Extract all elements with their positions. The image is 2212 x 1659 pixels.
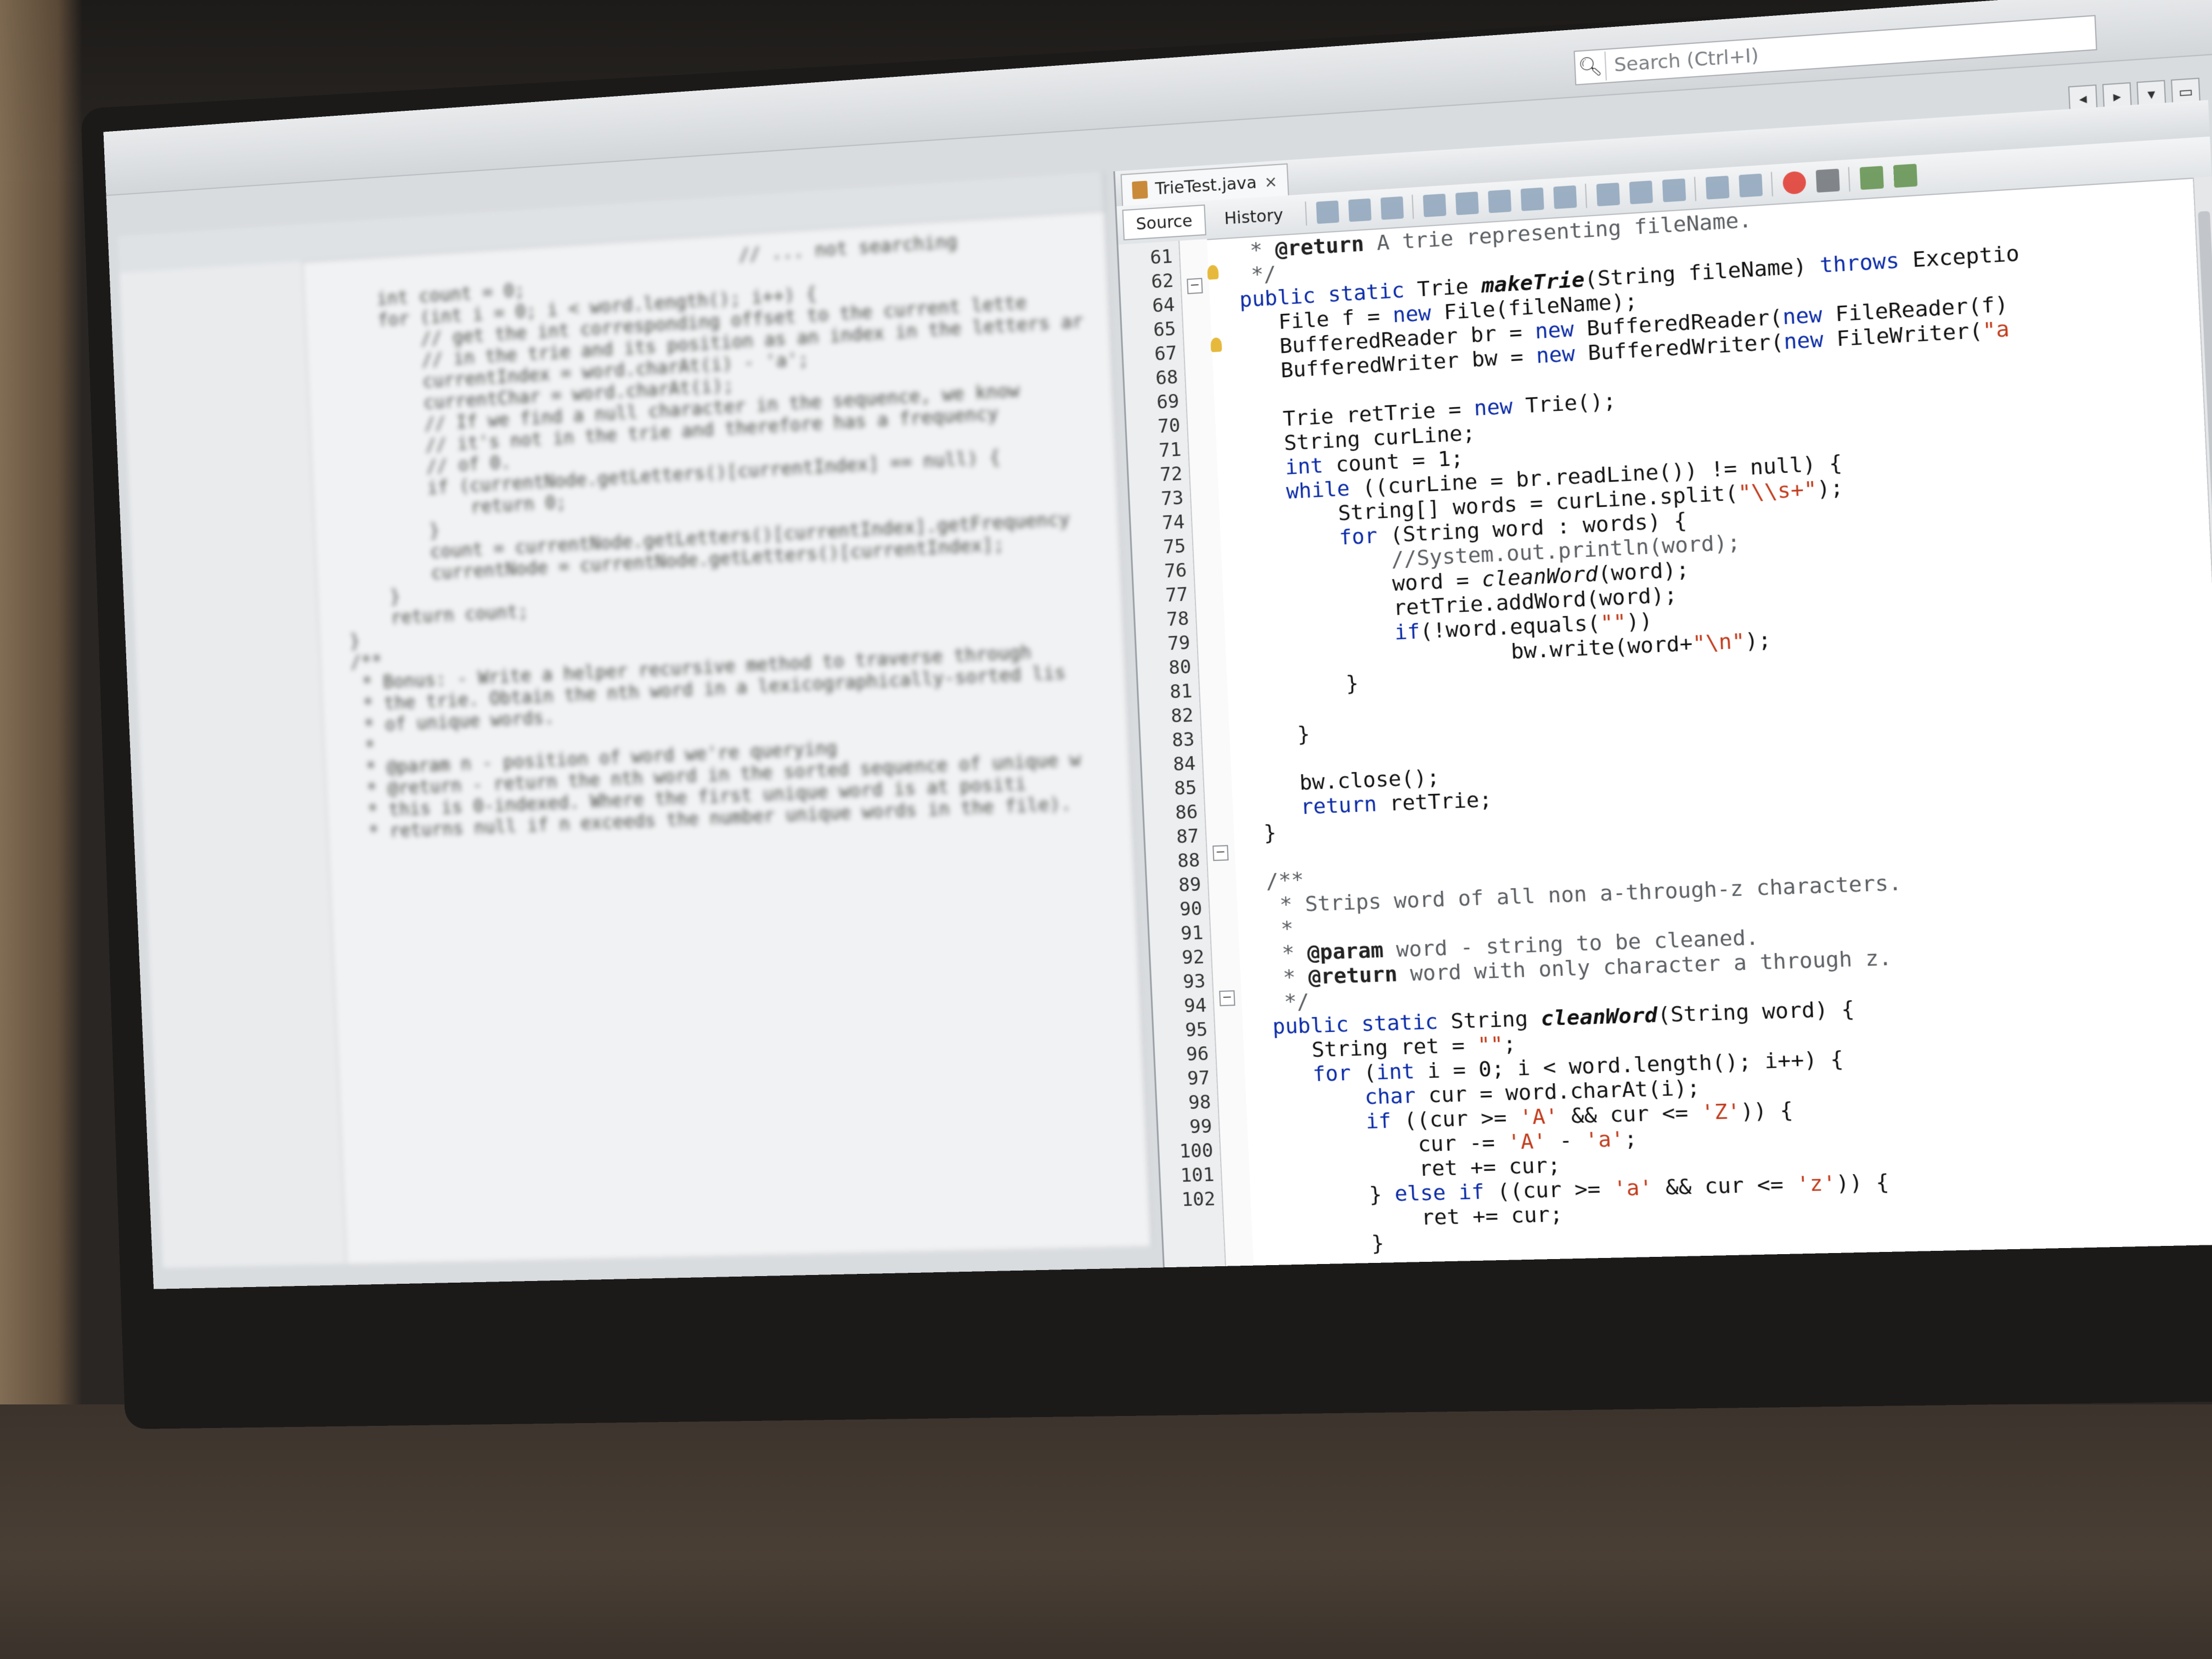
toolbar-separator xyxy=(1848,167,1850,192)
find-next-icon[interactable] xyxy=(1487,189,1511,213)
code-line[interactable] xyxy=(1232,701,1233,725)
toggle-rectangular-selection-icon[interactable] xyxy=(1553,185,1577,210)
search-box[interactable]: 🔍︎ Search (Ctrl+I) xyxy=(1573,15,2097,86)
line-number: 87 xyxy=(1176,825,1200,848)
code-line[interactable] xyxy=(1234,749,1235,773)
line-number: 97 xyxy=(1187,1067,1211,1090)
line-number: 93 xyxy=(1182,970,1206,994)
toolbar-separator xyxy=(1584,183,1587,208)
line-number: 82 xyxy=(1170,704,1194,727)
comment-icon[interactable] xyxy=(1859,166,1884,190)
line-number: 71 xyxy=(1158,438,1182,462)
line-number: 91 xyxy=(1180,922,1204,945)
line-number: 73 xyxy=(1160,487,1184,510)
previous-bookmark-icon[interactable] xyxy=(1596,182,1620,207)
line-number: 65 xyxy=(1153,318,1177,342)
code-line[interactable]: * xyxy=(1242,917,1294,943)
line-number: 100 xyxy=(1178,1139,1214,1163)
line-number: 95 xyxy=(1184,1018,1209,1042)
code-line[interactable]: /** xyxy=(1240,867,1304,894)
line-number: 92 xyxy=(1181,946,1205,969)
line-number: 78 xyxy=(1166,607,1190,631)
code-line[interactable]: } xyxy=(1233,721,1310,749)
line-number: 64 xyxy=(1152,294,1176,318)
line-number: 75 xyxy=(1163,535,1187,558)
toolbar-separator xyxy=(1411,194,1414,219)
line-number: 70 xyxy=(1157,414,1181,438)
back-icon[interactable] xyxy=(1348,198,1372,222)
toggle-highlight-icon[interactable] xyxy=(1520,187,1544,211)
left-editor-pane[interactable]: // ... not searching int count = 0; for … xyxy=(118,172,1153,1268)
line-number: 94 xyxy=(1183,994,1207,1018)
next-bookmark-icon[interactable] xyxy=(1629,180,1653,205)
line-number: 89 xyxy=(1178,873,1202,896)
start-macro-recording-icon[interactable] xyxy=(1782,171,1807,195)
tab-title: TrieTest.java xyxy=(1154,173,1257,199)
close-tab-icon[interactable]: × xyxy=(1264,172,1278,191)
line-number: 83 xyxy=(1171,728,1195,752)
editor-pane: TrieTest.java × Source History 61 62 64 … xyxy=(1113,100,2212,1289)
line-number: 74 xyxy=(1161,511,1186,534)
fold-toggle-icon[interactable]: − xyxy=(1187,278,1203,295)
line-number: 79 xyxy=(1167,631,1191,655)
line-number: 96 xyxy=(1186,1043,1210,1066)
monitor-logo xyxy=(911,1262,1185,1311)
line-number: 84 xyxy=(1172,753,1197,776)
code-line[interactable]: */ xyxy=(1245,989,1310,1015)
line-number: 88 xyxy=(1177,849,1201,872)
source-view-button[interactable]: Source xyxy=(1122,204,1206,241)
line-number: 61 xyxy=(1149,245,1173,269)
line-number: 90 xyxy=(1179,898,1203,921)
line-number: 67 xyxy=(1154,342,1178,365)
shift-right-icon[interactable] xyxy=(1739,173,1763,198)
line-number: 72 xyxy=(1159,462,1183,486)
toolbar-separator xyxy=(1694,177,1696,202)
line-number: 101 xyxy=(1180,1164,1215,1187)
history-view-button[interactable]: History xyxy=(1210,199,1297,235)
monitor-screen: 🔍︎ Search (Ctrl+I) ◂ ▸ ▾ ▭ // ... not se… xyxy=(103,0,2212,1289)
line-number: 102 xyxy=(1181,1188,1216,1211)
stop-macro-recording-icon[interactable] xyxy=(1815,168,1840,193)
fold-toggle-icon[interactable]: − xyxy=(1219,990,1235,1007)
shift-left-icon[interactable] xyxy=(1705,176,1730,200)
code-line[interactable]: } xyxy=(1257,1231,1385,1257)
left-code-area[interactable]: // ... not searching int count = 0; for … xyxy=(333,222,1120,843)
line-number: 77 xyxy=(1165,583,1189,607)
line-number: 86 xyxy=(1175,801,1199,824)
find-selection-icon[interactable] xyxy=(1423,193,1447,217)
code-line[interactable] xyxy=(1239,846,1240,870)
find-previous-icon[interactable] xyxy=(1455,191,1479,216)
code-line[interactable]: public static String cleanWord(String wo… xyxy=(1246,996,1855,1040)
last-edit-icon[interactable] xyxy=(1316,200,1339,224)
code-line[interactable] xyxy=(1218,386,1219,410)
line-number: 80 xyxy=(1168,656,1192,679)
line-number: 81 xyxy=(1169,680,1193,703)
java-file-icon xyxy=(1132,180,1148,200)
toolbar-separator xyxy=(1305,201,1307,226)
line-number: 99 xyxy=(1189,1115,1213,1138)
line-number: 68 xyxy=(1155,366,1179,390)
forward-icon[interactable] xyxy=(1380,196,1404,220)
search-icon[interactable]: 🔍︎ xyxy=(1575,51,1607,83)
code-line[interactable]: */ xyxy=(1212,261,1277,289)
code-line[interactable]: * Strips word of all non a-through-z cha… xyxy=(1241,870,1902,918)
line-number: 69 xyxy=(1156,390,1180,414)
line-number: 85 xyxy=(1173,777,1198,800)
line-number: 98 xyxy=(1188,1091,1212,1114)
code-area[interactable]: * @return A trie representing fileName. … xyxy=(1211,178,2212,1266)
line-number: 76 xyxy=(1164,559,1188,583)
uncomment-icon[interactable] xyxy=(1893,163,1917,188)
fold-toggle-icon[interactable]: − xyxy=(1212,845,1229,861)
project-tree[interactable] xyxy=(120,261,347,1268)
code-line[interactable]: } xyxy=(1231,670,1359,700)
search-placeholder: Search (Ctrl+I) xyxy=(1613,44,1759,77)
code-line[interactable]: } xyxy=(1238,820,1277,846)
toggle-bookmark-icon[interactable] xyxy=(1662,178,1686,202)
toolbar-separator xyxy=(1770,172,1773,197)
line-number: 62 xyxy=(1150,269,1175,294)
desk-surface xyxy=(0,1404,2212,1659)
